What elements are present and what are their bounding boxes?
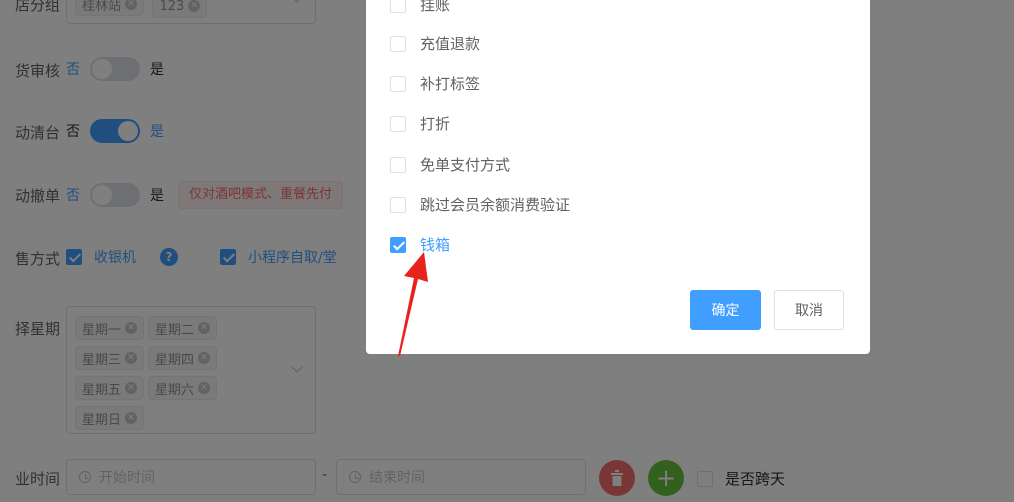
option-label[interactable]: 充值退款 [420, 33, 480, 54]
option-checkbox[interactable] [390, 196, 406, 213]
cancel-button[interactable]: 取消 [774, 290, 844, 330]
option-label[interactable]: 补打标签 [420, 73, 480, 94]
dialog-option[interactable]: 充值退款 [390, 33, 480, 54]
dialog-option[interactable]: 跳过会员余额消费验证 [390, 194, 570, 215]
option-label[interactable]: 免单支付方式 [420, 154, 510, 175]
dialog-option[interactable]: 免单支付方式 [390, 154, 510, 175]
dialog-option[interactable]: 打折 [390, 113, 450, 134]
annotation-arrow [398, 252, 428, 356]
permission-dialog: 挂账 充值退款 补打标签 打折 免单支付方式 跳过会员余额消费验证 钱箱 确定 … [366, 0, 870, 354]
option-checkbox[interactable] [390, 35, 406, 52]
option-label[interactable]: 跳过会员余额消费验证 [420, 194, 570, 215]
dialog-option[interactable]: 补打标签 [390, 73, 480, 94]
option-label[interactable]: 打折 [420, 113, 450, 134]
option-checkbox[interactable] [390, 156, 406, 173]
dialog-option[interactable]: 挂账 [390, 0, 450, 15]
option-checkbox[interactable] [390, 115, 406, 132]
option-checkbox[interactable] [390, 0, 406, 13]
option-checkbox[interactable] [390, 75, 406, 92]
confirm-button[interactable]: 确定 [690, 290, 761, 330]
option-label[interactable]: 挂账 [420, 0, 450, 15]
